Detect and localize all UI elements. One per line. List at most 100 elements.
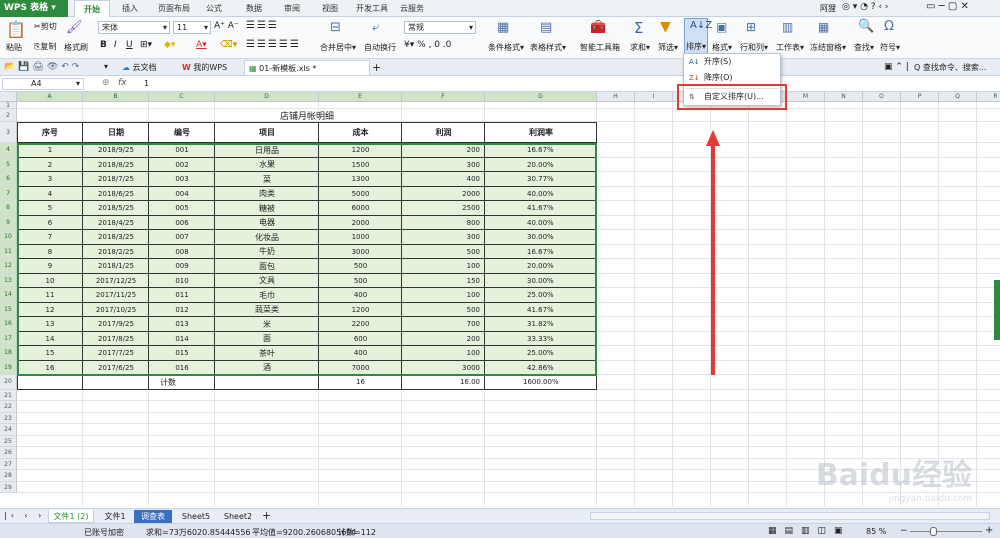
sort-button[interactable]: A↓Z 排序▾ xyxy=(684,18,712,56)
data-cell[interactable]: 25.00% xyxy=(485,288,597,303)
symbol-icon[interactable]: Ω xyxy=(884,19,894,34)
data-cell[interactable]: 013 xyxy=(149,317,215,332)
column-header-C[interactable]: C xyxy=(149,92,215,102)
data-cell[interactable]: 42.86% xyxy=(485,361,597,376)
quick-access-icons[interactable]: 📂💾🖨👁↶↷ xyxy=(4,62,82,72)
data-cell[interactable]: 30.77% xyxy=(485,172,597,187)
data-cell[interactable]: 100 xyxy=(402,346,485,361)
data-cell[interactable]: 11 xyxy=(17,288,83,303)
row-header-7[interactable]: 7 xyxy=(0,186,17,201)
zoom-out-icon[interactable]: − xyxy=(900,526,908,536)
row-header-18[interactable]: 18 xyxy=(0,346,17,361)
data-cell[interactable]: 2500 xyxy=(402,201,485,216)
data-cell[interactable]: 300 xyxy=(402,230,485,245)
data-cell[interactable]: 2018/9/25 xyxy=(83,143,149,158)
toolbox-icon[interactable]: 🧰 xyxy=(590,20,606,35)
side-panel-handle[interactable] xyxy=(994,280,1000,340)
number-format-select[interactable]: 常规 ▾ xyxy=(404,21,476,34)
data-cell[interactable]: 20.00% xyxy=(485,158,597,173)
row-header-19[interactable]: 19 xyxy=(0,360,17,375)
data-cell[interactable]: 2018/8/25 xyxy=(83,158,149,173)
row-header-17[interactable]: 17 xyxy=(0,331,17,346)
data-cell[interactable]: 8 xyxy=(17,245,83,260)
data-cell[interactable]: 006 xyxy=(149,216,215,231)
data-cell[interactable]: 5000 xyxy=(319,187,402,202)
data-cell[interactable]: 200 xyxy=(402,332,485,347)
row-header-29[interactable]: 29 xyxy=(0,481,17,493)
horizontal-align-icons[interactable]: ☰☰☰☰☰ xyxy=(246,39,301,50)
underline-button[interactable]: U xyxy=(126,40,133,50)
data-cell[interactable]: 2017/7/25 xyxy=(83,346,149,361)
data-cell[interactable]: 300 xyxy=(402,158,485,173)
data-cell[interactable]: 电器 xyxy=(215,216,319,231)
data-cell[interactable]: 005 xyxy=(149,201,215,216)
data-cell[interactable]: 2000 xyxy=(319,216,402,231)
data-cell[interactable]: 日用品 xyxy=(215,143,319,158)
data-cell[interactable]: 2017/11/25 xyxy=(83,288,149,303)
row-header-16[interactable]: 16 xyxy=(0,317,17,332)
formula-input[interactable]: 1 xyxy=(138,77,998,90)
zoom-slider-thumb[interactable] xyxy=(930,527,937,536)
data-cell[interactable]: 40.00% xyxy=(485,187,597,202)
row-header-14[interactable]: 14 xyxy=(0,288,17,303)
data-cell[interactable]: 面 xyxy=(215,332,319,347)
data-cell[interactable]: 6 xyxy=(17,216,83,231)
data-cell[interactable]: 40.00% xyxy=(485,216,597,231)
tab-view[interactable]: 视图 xyxy=(316,0,344,17)
data-cell[interactable]: 33.33% xyxy=(485,332,597,347)
header-cell[interactable]: 成本 xyxy=(319,122,402,143)
data-cell[interactable]: 2018/3/25 xyxy=(83,230,149,245)
data-cell[interactable]: 100 xyxy=(402,288,485,303)
row-header-15[interactable]: 15 xyxy=(0,302,17,317)
data-cell[interactable]: 400 xyxy=(319,346,402,361)
data-cell[interactable]: 001 xyxy=(149,143,215,158)
data-cell[interactable]: 150 xyxy=(402,274,485,289)
cond-format-button[interactable]: 条件格式▾ xyxy=(488,42,524,53)
data-cell[interactable]: 015 xyxy=(149,346,215,361)
sum-button[interactable]: 求和▾ xyxy=(630,42,650,53)
row-header-11[interactable]: 11 xyxy=(0,244,17,259)
filter-icon[interactable]: ▼ xyxy=(660,19,671,35)
data-cell[interactable]: 文具 xyxy=(215,274,319,289)
user-icon[interactable]: ◎ ▾ ◔ ? ‹ › xyxy=(842,2,889,12)
data-cell[interactable]: 茶叶 xyxy=(215,346,319,361)
data-cell[interactable]: 25.00% xyxy=(485,346,597,361)
row-header-5[interactable]: 5 xyxy=(0,157,17,172)
data-cell[interactable]: 化妆品 xyxy=(215,230,319,245)
data-cell[interactable]: 800 xyxy=(402,216,485,231)
sort-descending-item[interactable]: Z↓ 降序(O) xyxy=(684,71,780,85)
header-cell[interactable]: 利润率 xyxy=(485,122,597,143)
data-cell[interactable]: 002 xyxy=(149,158,215,173)
data-cell[interactable]: 13 xyxy=(17,317,83,332)
worksheet-button[interactable]: 工作表▾ xyxy=(776,42,804,53)
data-cell[interactable]: 3 xyxy=(17,172,83,187)
find-button[interactable]: 查找▾ xyxy=(854,42,874,53)
data-cell[interactable]: 20.00% xyxy=(485,259,597,274)
data-cell[interactable]: 4 xyxy=(17,187,83,202)
data-cell[interactable]: 菜 xyxy=(215,172,319,187)
data-cell[interactable]: 009 xyxy=(149,259,215,274)
data-cell[interactable]: 10 xyxy=(17,274,83,289)
data-cell[interactable]: 010 xyxy=(149,274,215,289)
font-name-select[interactable]: 宋体 ▾ xyxy=(98,21,170,34)
bold-button[interactable]: B xyxy=(100,40,107,50)
column-header-F[interactable]: F xyxy=(402,92,485,102)
row-header-27[interactable]: 27 xyxy=(0,458,17,470)
data-cell[interactable]: 肉类 xyxy=(215,187,319,202)
worksheet-icon[interactable]: ▥ xyxy=(782,20,793,34)
paste-button[interactable]: 粘贴 xyxy=(6,42,22,53)
data-cell[interactable]: 牛奶 xyxy=(215,245,319,260)
number-format-icons[interactable]: ¥▾ % ‚ 0 .0 xyxy=(404,40,451,50)
row-header-13[interactable]: 13 xyxy=(0,273,17,288)
data-cell[interactable]: 500 xyxy=(402,303,485,318)
total-profit-cell[interactable]: 16.00 xyxy=(402,375,485,390)
data-cell[interactable]: 2 xyxy=(17,158,83,173)
data-cell[interactable]: 1300 xyxy=(319,172,402,187)
tab-developer[interactable]: 开发工具 xyxy=(352,0,392,17)
clear-icon[interactable]: ⌫▾ xyxy=(220,40,237,50)
data-cell[interactable]: 9 xyxy=(17,259,83,274)
smart-toolbox-button[interactable]: 智能工具箱 xyxy=(580,42,620,53)
merge-center-button[interactable]: 合并居中▾ xyxy=(320,42,356,53)
cond-format-icon[interactable]: ▦ xyxy=(497,20,509,35)
data-cell[interactable]: 3000 xyxy=(319,245,402,260)
